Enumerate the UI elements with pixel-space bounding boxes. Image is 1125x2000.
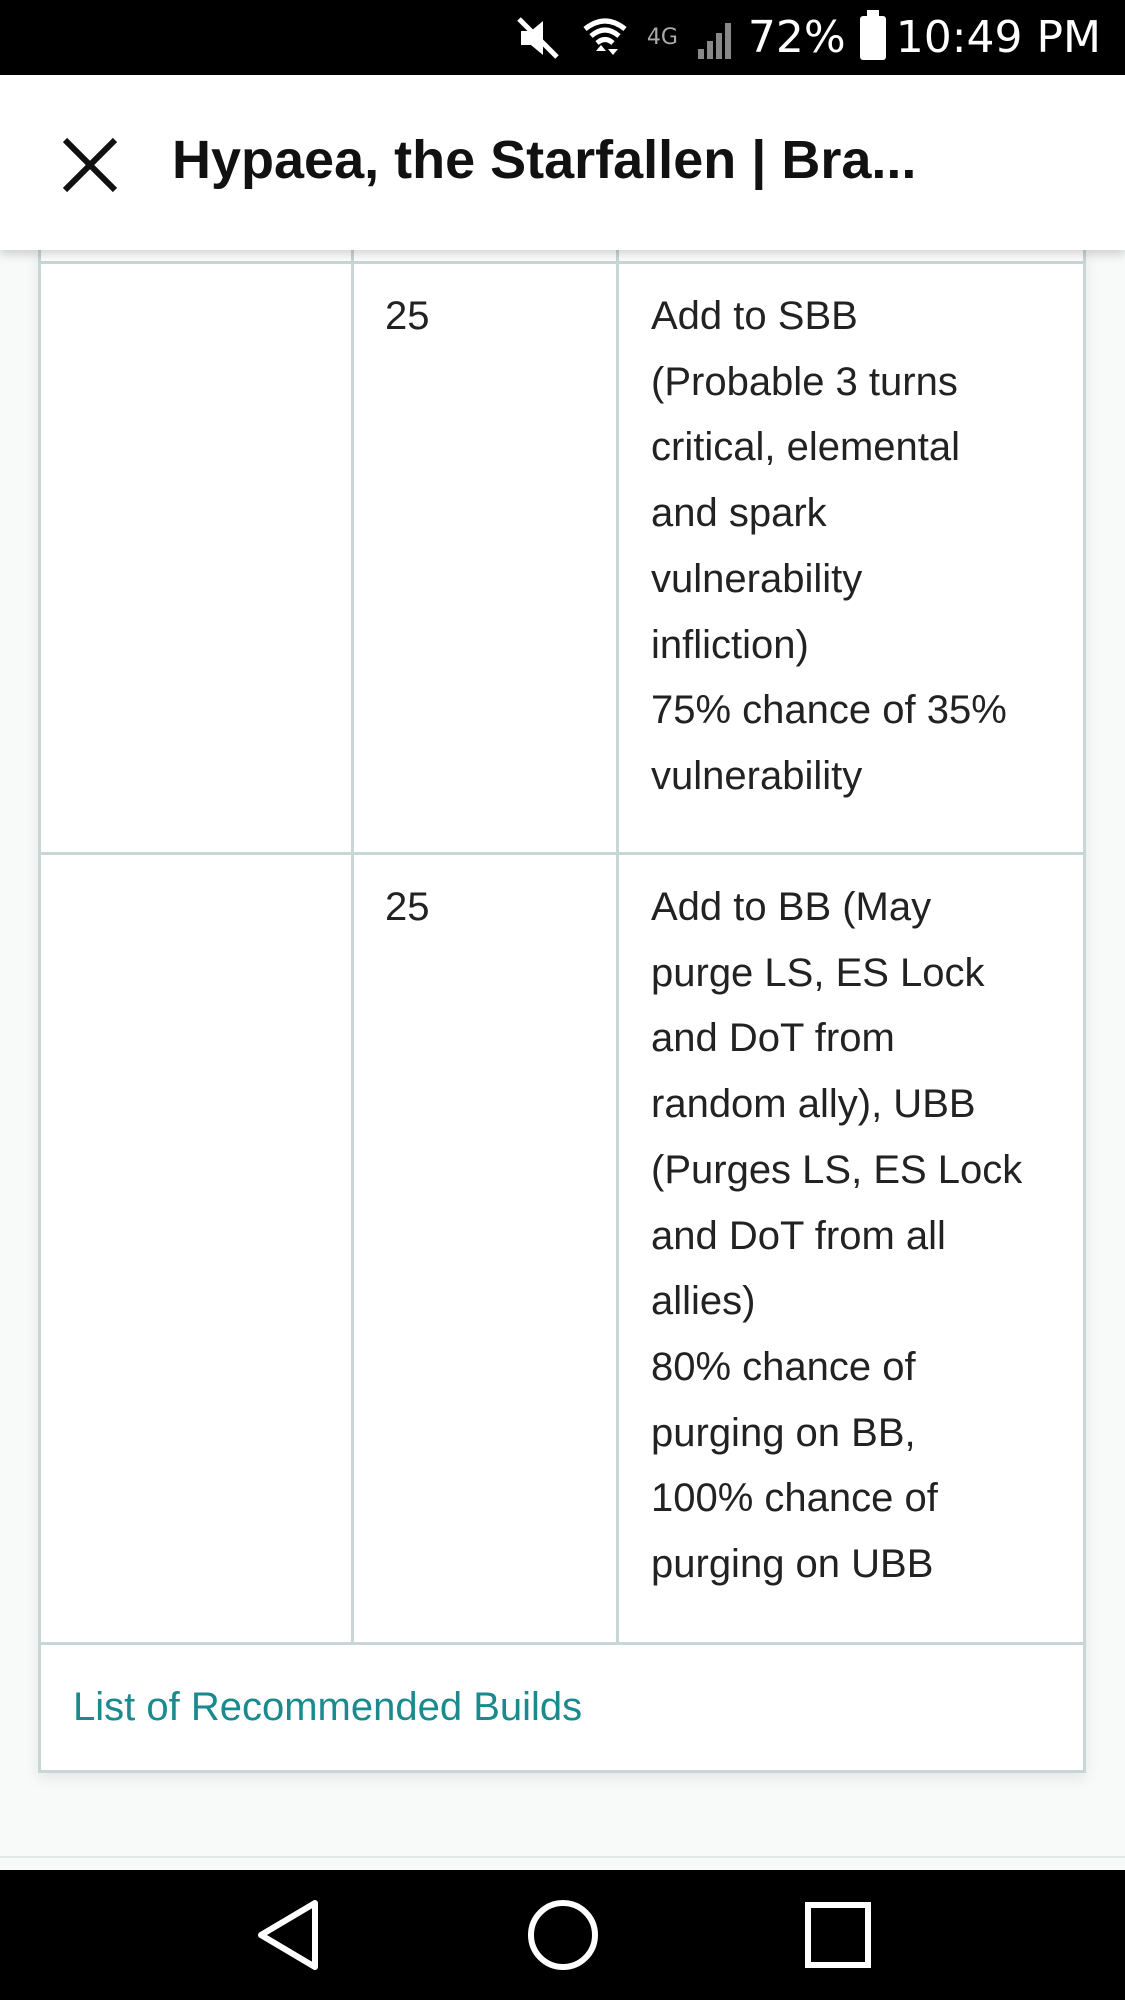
table-row: 25 Add to BB (May purge LS, ES Lock and … bbox=[41, 855, 1083, 1645]
home-icon bbox=[527, 1900, 598, 1970]
table-cell bbox=[41, 250, 354, 261]
cell-text: Add to BB (May purge LS, ES Lock and DoT… bbox=[651, 885, 1023, 1587]
clock: 10:49 PM bbox=[895, 12, 1101, 63]
divider bbox=[0, 1856, 1125, 1858]
mute-icon bbox=[513, 0, 563, 75]
cell-text bbox=[41, 855, 351, 895]
app-header: Hypaea, the Starfallen | Bra... bbox=[0, 75, 1125, 250]
battery-icon bbox=[859, 9, 886, 60]
table-row: 25 Add to SBB (Probable 3 turns critical… bbox=[41, 264, 1083, 855]
status-bar: 4G 72% 10:49 PM bbox=[0, 0, 1125, 75]
home-button[interactable] bbox=[508, 1880, 618, 1990]
data-table: 25 Add to SBB (Probable 3 turns critical… bbox=[38, 250, 1086, 1773]
recommended-builds-link[interactable]: List of Recommended Builds bbox=[73, 1685, 582, 1730]
back-icon bbox=[257, 1900, 318, 1970]
table-cell: 25 bbox=[354, 855, 619, 1642]
table-cell: Add to BB (May purge LS, ES Lock and DoT… bbox=[619, 855, 1083, 1642]
close-icon bbox=[62, 137, 118, 193]
table-cell: 25 bbox=[354, 264, 619, 852]
recents-button[interactable] bbox=[783, 1880, 893, 1990]
recents-icon bbox=[804, 1902, 871, 1968]
table-footer-row: List of Recommended Builds bbox=[41, 1645, 1083, 1773]
network-4g-icon: 4G bbox=[646, 25, 678, 50]
cell-text: Add to SBB (Probable 3 turns critical, e… bbox=[651, 294, 1007, 798]
signal-icon bbox=[696, 0, 738, 75]
page-title: Hypaea, the Starfallen | Bra... bbox=[172, 130, 917, 190]
system-nav-bar bbox=[0, 1870, 1125, 2000]
table-cell bbox=[41, 264, 354, 852]
table-row-partial bbox=[41, 250, 1083, 264]
cell-text: 25 bbox=[385, 294, 430, 338]
back-button[interactable] bbox=[233, 1880, 343, 1990]
page-content[interactable]: 25 Add to SBB (Probable 3 turns critical… bbox=[0, 250, 1125, 1870]
battery-percent: 72% bbox=[747, 12, 846, 63]
table-cell bbox=[354, 250, 619, 261]
cell-text: 25 bbox=[385, 885, 430, 929]
table-cell bbox=[41, 855, 354, 1642]
table-cell bbox=[619, 250, 1083, 261]
close-button[interactable] bbox=[55, 130, 125, 200]
table-cell: Add to SBB (Probable 3 turns critical, e… bbox=[619, 264, 1083, 852]
wifi-icon bbox=[581, 0, 629, 75]
cell-text bbox=[41, 264, 351, 304]
